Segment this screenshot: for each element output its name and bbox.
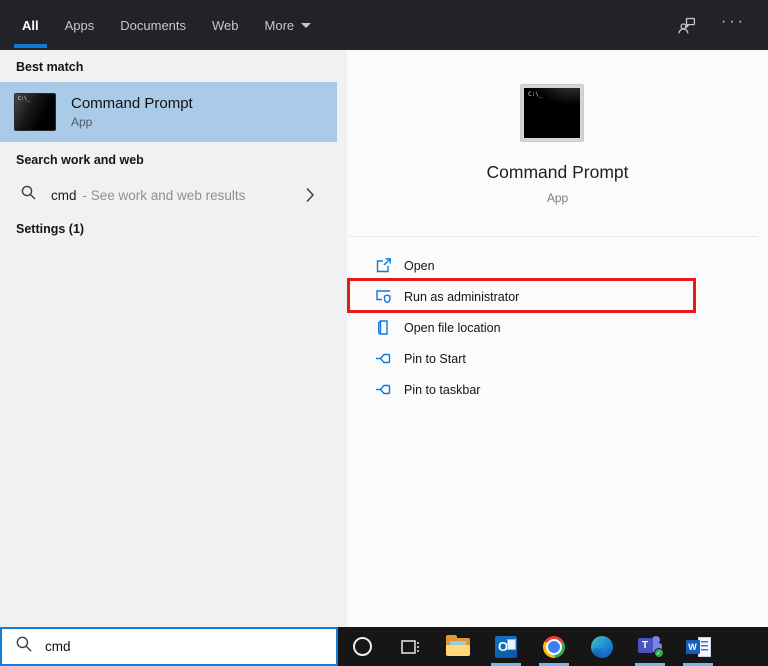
taskbar-button-chrome[interactable] xyxy=(530,627,578,666)
task-view-icon xyxy=(399,636,421,658)
tab-documents[interactable]: Documents xyxy=(120,0,186,50)
teams-icon: T✓ xyxy=(638,636,663,657)
cortana-icon xyxy=(353,637,372,656)
taskbar-button-teams[interactable]: T✓ xyxy=(626,627,674,666)
action-open-file-location-label: Open file location xyxy=(404,321,501,335)
action-open-file-location[interactable]: Open file location xyxy=(347,312,768,343)
taskbar-button-edge[interactable] xyxy=(578,627,626,666)
best-match-title: Command Prompt xyxy=(71,95,193,112)
action-open[interactable]: Open xyxy=(347,250,768,281)
preview-app-title: Command Prompt xyxy=(347,162,768,183)
taskbar-button-file-explorer[interactable] xyxy=(434,627,482,666)
best-match-texts: Command Prompt App xyxy=(71,95,193,129)
action-run-admin-label: Run as administrator xyxy=(404,290,519,304)
word-icon: W xyxy=(686,637,711,657)
settings-section-label[interactable]: Settings (1) xyxy=(16,222,84,236)
search-filter-header: All Apps Documents Web More ··· xyxy=(0,0,768,50)
file-location-icon xyxy=(375,319,392,336)
taskbar-button-outlook[interactable] xyxy=(482,627,530,666)
preview-panel: Command Prompt App Open xyxy=(347,50,768,627)
web-search-query: cmd xyxy=(51,188,77,203)
taskbar-button-word[interactable]: W xyxy=(674,627,722,666)
action-pin-to-start[interactable]: Pin to Start xyxy=(347,343,768,374)
header-actions: ··· xyxy=(676,0,768,50)
search-icon xyxy=(15,635,33,658)
taskbar-button-task-view[interactable] xyxy=(386,627,434,666)
taskbar: T✓ W xyxy=(338,627,768,666)
results-panel: Best match Command Prompt App Search wor… xyxy=(0,50,347,627)
web-search-result[interactable]: cmd - See work and web results xyxy=(0,178,337,212)
chevron-right-icon[interactable] xyxy=(305,187,315,203)
tab-web-label: Web xyxy=(212,18,239,33)
best-match-result-command-prompt[interactable]: Command Prompt App xyxy=(0,82,337,142)
filter-tabs: All Apps Documents Web More xyxy=(0,0,311,50)
search-icon xyxy=(20,184,37,206)
action-pin-to-taskbar-label: Pin to taskbar xyxy=(404,383,480,397)
more-options-icon[interactable]: ··· xyxy=(721,14,746,36)
edge-icon xyxy=(591,636,613,658)
divider xyxy=(349,236,758,237)
pin-icon xyxy=(375,350,392,367)
command-prompt-large-icon xyxy=(521,85,583,141)
open-window-icon xyxy=(375,257,392,274)
best-match-section-label: Best match xyxy=(16,60,83,74)
file-explorer-icon xyxy=(446,638,470,656)
chevron-down-icon xyxy=(301,23,311,28)
run-admin-shield-icon xyxy=(375,288,392,305)
action-open-label: Open xyxy=(404,259,435,273)
action-pin-to-start-label: Pin to Start xyxy=(404,352,466,366)
search-input[interactable] xyxy=(45,639,328,654)
tab-all-label: All xyxy=(22,18,39,33)
taskbar-button-cortana[interactable] xyxy=(338,627,386,666)
pin-icon xyxy=(375,381,392,398)
tab-all[interactable]: All xyxy=(22,0,39,50)
preview-app-type: App xyxy=(347,191,768,205)
best-match-type: App xyxy=(71,115,193,129)
web-search-suffix: - See work and web results xyxy=(83,188,246,203)
feedback-icon[interactable] xyxy=(676,15,697,36)
tab-apps-label: Apps xyxy=(65,18,95,33)
chrome-icon xyxy=(543,636,565,658)
outlook-icon xyxy=(495,636,517,658)
tab-more-label: More xyxy=(265,18,295,33)
tab-web[interactable]: Web xyxy=(212,0,239,50)
tab-more[interactable]: More xyxy=(265,0,312,50)
tab-documents-label: Documents xyxy=(120,18,186,33)
action-pin-to-taskbar[interactable]: Pin to taskbar xyxy=(347,374,768,405)
action-list: Open Run as administrator xyxy=(347,250,768,405)
taskbar-search-box[interactable] xyxy=(0,627,338,666)
windows-search-flyout: All Apps Documents Web More ··· Best mat… xyxy=(0,0,768,666)
command-prompt-icon xyxy=(14,93,56,131)
search-web-section-label: Search work and web xyxy=(16,153,144,167)
action-run-as-administrator[interactable]: Run as administrator xyxy=(347,281,768,312)
tab-apps[interactable]: Apps xyxy=(65,0,95,50)
